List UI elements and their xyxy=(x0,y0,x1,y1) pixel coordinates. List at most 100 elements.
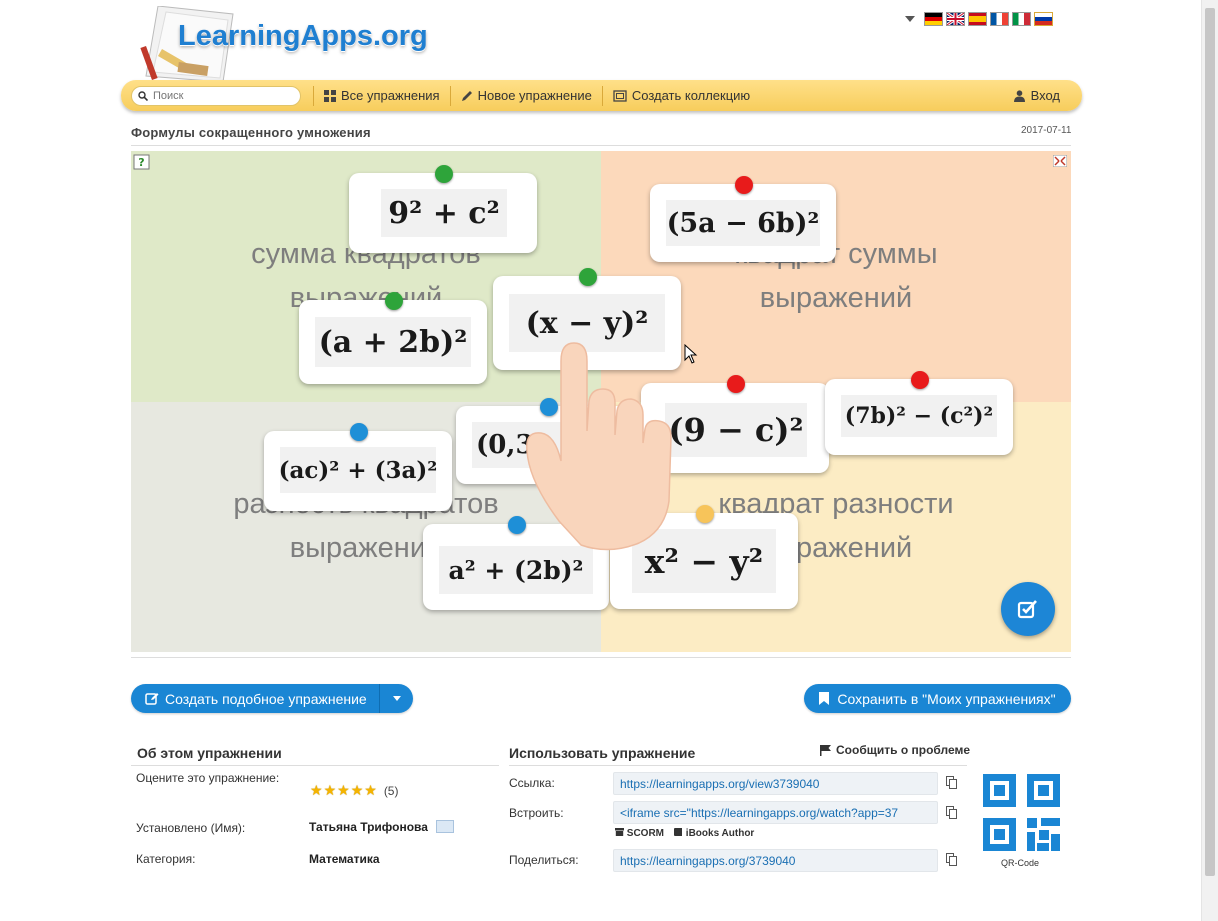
scorm-link[interactable]: SCORM xyxy=(615,828,664,839)
formula-card[interactable]: (a + 2b)² xyxy=(299,292,487,384)
formula-text: (ac)² + (3a)² xyxy=(279,447,437,493)
svg-text:?: ? xyxy=(138,156,144,169)
rate-label: Оцените это упражнение: xyxy=(136,771,280,785)
scrollbar-thumb[interactable] xyxy=(1205,8,1215,876)
pin-blue-icon xyxy=(350,423,368,441)
help-icon[interactable]: ? xyxy=(133,154,150,170)
check-edit-icon xyxy=(1017,600,1037,619)
rating-stars[interactable]: ★ ★ ★ ★ ★ (5) xyxy=(310,782,398,799)
formula-card[interactable]: (7b)² − (c²)² xyxy=(825,371,1013,455)
formula-text: (7b)² − (c²)² xyxy=(841,395,997,437)
flag-en-icon[interactable] xyxy=(946,12,965,26)
cursor-icon xyxy=(684,344,698,364)
link-field[interactable]: https://learningapps.org/view3739040 xyxy=(613,772,938,795)
nav-create-collection-label: Создать коллекцию xyxy=(631,88,751,103)
formula-card[interactable]: (5a − 6b)² xyxy=(650,176,836,262)
author-name: Татьяна Трифонова xyxy=(309,820,428,834)
pin-red-icon xyxy=(727,375,745,393)
save-to-my-exercises-label: Сохранить в "Моих упражнениях" xyxy=(837,690,1056,707)
ibooks-link[interactable]: iBooks Author xyxy=(674,828,754,839)
author-label: Установлено (Имя): xyxy=(136,821,246,835)
nav-new-exercise[interactable]: Новое упражнение xyxy=(449,85,602,106)
site-logo[interactable]: LearningApps.org xyxy=(178,20,428,53)
main-navbar: Все упражнения Новое упражнение Создать … xyxy=(121,80,1082,111)
copy-icon[interactable] xyxy=(946,853,958,866)
category-label: Категория: xyxy=(136,852,196,866)
star-icon[interactable]: ★ xyxy=(337,782,350,799)
category-value: Математика xyxy=(309,852,380,866)
chevron-down-icon xyxy=(392,696,401,701)
language-dropdown-icon[interactable] xyxy=(905,16,915,22)
drag-hint-hand-icon xyxy=(526,342,672,551)
embed-field[interactable]: <iframe src="https://learningapps.org/wa… xyxy=(613,801,938,824)
pencil-icon xyxy=(461,90,472,101)
pin-red-icon xyxy=(911,371,929,389)
user-icon xyxy=(1013,89,1025,102)
star-icon[interactable]: ★ xyxy=(364,782,377,799)
divider xyxy=(131,145,1071,146)
nav-create-collection[interactable]: Создать коллекцию xyxy=(601,85,760,106)
qr-code-icon[interactable] xyxy=(981,772,1062,853)
archive-icon xyxy=(615,828,624,836)
login-link[interactable]: Вход xyxy=(1013,88,1060,103)
flag-icon xyxy=(820,744,831,756)
use-heading: Использовать упражнение xyxy=(509,745,696,761)
mail-icon[interactable] xyxy=(436,820,454,833)
flag-ru-icon[interactable] xyxy=(1034,12,1053,26)
page-title: Формулы сокращенного умножения xyxy=(131,125,371,140)
pin-green-icon xyxy=(385,292,403,310)
create-similar-button[interactable]: Создать подобное упражнение xyxy=(131,684,379,713)
flag-it-icon[interactable] xyxy=(1012,12,1031,26)
nav-all-exercises-label: Все упражнения xyxy=(341,88,440,103)
nav-all-exercises[interactable]: Все упражнения xyxy=(313,85,450,106)
star-icon[interactable]: ★ xyxy=(351,782,364,799)
flag-de-icon[interactable] xyxy=(924,12,943,26)
copy-icon[interactable] xyxy=(946,806,958,819)
star-icon[interactable]: ★ xyxy=(310,782,323,799)
language-bar xyxy=(905,10,1053,28)
formula-text: 9² + c² xyxy=(381,189,507,237)
scorm-label: SCORM xyxy=(626,828,665,839)
report-problem-label: Сообщить о проблеме xyxy=(836,743,971,757)
page-scrollbar[interactable] xyxy=(1201,0,1218,921)
create-similar-label: Создать подобное упражнение xyxy=(165,690,367,707)
flag-es-icon[interactable] xyxy=(968,12,987,26)
edit-icon xyxy=(145,693,159,705)
create-similar-dropdown[interactable] xyxy=(379,684,413,713)
formula-text: (5a − 6b)² xyxy=(666,200,820,246)
fullscreen-icon[interactable] xyxy=(1053,155,1067,167)
ibooks-label: iBooks Author xyxy=(685,828,755,839)
share-field[interactable]: https://learningapps.org/3739040 xyxy=(613,849,938,872)
formula-card[interactable]: 9² + c² xyxy=(349,165,537,253)
pin-green-icon xyxy=(579,268,597,286)
copy-icon[interactable] xyxy=(946,776,958,789)
save-to-my-exercises-button[interactable]: Сохранить в "Моих упражнениях" xyxy=(804,684,1071,713)
flag-fr-icon[interactable] xyxy=(990,12,1009,26)
page-date: 2017-07-11 xyxy=(1021,125,1072,136)
formula-text: (9 − c)² xyxy=(665,403,807,457)
exercise-board: сумма квадратов выражений квадрат суммы … xyxy=(131,151,1071,652)
divider xyxy=(509,765,967,766)
search-box[interactable] xyxy=(131,85,301,106)
formula-card[interactable]: (ac)² + (3a)² xyxy=(264,423,452,511)
pin-red-icon xyxy=(735,176,753,194)
pin-green-icon xyxy=(435,165,453,183)
search-icon xyxy=(138,90,148,101)
report-problem-link[interactable]: Сообщить о проблеме xyxy=(820,743,970,757)
collection-icon xyxy=(613,89,627,102)
divider xyxy=(131,657,1071,658)
divider xyxy=(131,765,499,766)
search-input[interactable] xyxy=(151,88,291,103)
rating-count: (5) xyxy=(383,783,399,798)
star-icon[interactable]: ★ xyxy=(324,782,337,799)
nav-new-exercise-label: Новое упражнение xyxy=(477,88,592,103)
book-icon xyxy=(674,828,683,836)
embed-options: SCORM iBooks Author xyxy=(615,828,754,839)
link-label: Ссылка: xyxy=(509,776,555,790)
embed-label: Встроить: xyxy=(509,806,564,820)
create-similar-button-group: Создать подобное упражнение xyxy=(131,684,413,713)
login-label: Вход xyxy=(1030,88,1060,103)
check-answer-button[interactable] xyxy=(1001,582,1055,636)
pin-yellow-icon xyxy=(696,505,714,523)
bookmark-icon xyxy=(819,692,830,705)
